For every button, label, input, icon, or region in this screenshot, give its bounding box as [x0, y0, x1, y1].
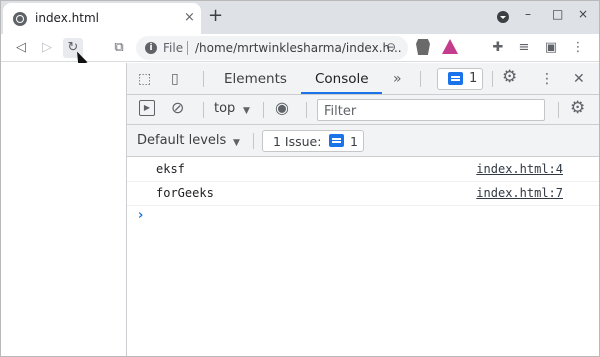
- console-prompt[interactable]: ›: [138, 208, 143, 223]
- chevron-down-icon[interactable]: ▼: [243, 102, 250, 120]
- address-bar[interactable]: i File /home/mrtwinklesharma/index.h... …: [136, 36, 408, 60]
- source-link[interactable]: index.html:4: [476, 162, 563, 176]
- devtools-tab-bar: ⬚ ▯ Elements Console » 1 ⚙ ⋮ ✕: [127, 63, 599, 95]
- tab-elements[interactable]: Elements: [224, 71, 287, 87]
- chevron-down-icon[interactable]: ▼: [233, 134, 240, 152]
- issues-label: 1 Issue:: [273, 134, 322, 149]
- more-tabs-icon[interactable]: »: [393, 70, 402, 88]
- divider: [420, 71, 421, 87]
- inspect-element-icon[interactable]: ⬚: [138, 70, 151, 88]
- settings-gear-icon[interactable]: ⚙: [502, 68, 517, 86]
- device-toolbar-icon[interactable]: ▯: [171, 70, 179, 88]
- divider: [492, 71, 493, 87]
- issue-flag-icon: [329, 134, 344, 147]
- tab-console[interactable]: Console: [315, 71, 369, 87]
- source-link[interactable]: index.html:7: [476, 186, 563, 200]
- console-message: forGeeks index.html:7: [127, 182, 599, 206]
- console-output: eksf index.html:4 forGeeks index.html:7 …: [127, 158, 599, 356]
- maximize-button[interactable]: □: [552, 7, 563, 21]
- tab-strip: index.html × + – □ ×: [1, 1, 599, 34]
- globe-icon: [13, 12, 27, 26]
- browser-toolbar: ◁ ▷ ↻ ⧉ i File /home/mrtwinklesharma/ind…: [1, 34, 599, 62]
- zoom-icon[interactable]: ⊖: [386, 40, 396, 54]
- message-text: forGeeks: [156, 186, 214, 200]
- window-close-button[interactable]: ×: [578, 7, 588, 21]
- clear-console-icon[interactable]: ⊘: [171, 99, 184, 117]
- message-text: eksf: [156, 162, 185, 176]
- devtools-close-icon[interactable]: ✕: [573, 70, 585, 88]
- minimize-button[interactable]: –: [525, 7, 531, 21]
- active-tab-indicator: [301, 92, 382, 94]
- eye-icon[interactable]: ◉: [275, 99, 289, 117]
- console-settings-icon[interactable]: ⚙: [570, 99, 585, 117]
- browser-window: index.html × + – □ × ◁ ▷ ↻ ⧉ i File /hom…: [0, 0, 600, 357]
- reading-list-icon[interactable]: ≡: [514, 38, 534, 58]
- brave-shields-icon[interactable]: [416, 39, 430, 55]
- divider: [306, 102, 307, 118]
- issue-flag-icon: [448, 72, 463, 85]
- divider: [203, 71, 204, 87]
- tab-title: index.html: [35, 11, 99, 25]
- console-message: eksf index.html:4: [127, 158, 599, 182]
- issues-counter-button[interactable]: 1: [437, 68, 483, 90]
- tab-search-icon[interactable]: [497, 11, 509, 23]
- divider: [558, 102, 559, 118]
- issues-count: 1: [350, 134, 358, 149]
- filter-input[interactable]: [318, 101, 544, 122]
- extensions-icon[interactable]: ✚: [488, 38, 508, 58]
- issues-button[interactable]: 1 Issue: 1: [262, 130, 364, 152]
- tab-close-icon[interactable]: ×: [184, 10, 195, 26]
- devtools-panel: ⬚ ▯ Elements Console » 1 ⚙ ⋮ ✕ ▶ ⊘ top ▼…: [126, 63, 599, 356]
- divider: [263, 102, 264, 118]
- log-levels-dropdown[interactable]: Default levels: [137, 133, 226, 148]
- divider: [203, 102, 204, 118]
- console-toolbar: ▶ ⊘ top ▼ ◉ ⚙: [127, 95, 599, 125]
- forward-button[interactable]: ▷: [37, 38, 57, 58]
- context-selector[interactable]: top: [214, 101, 235, 116]
- page-content: [1, 63, 126, 356]
- new-tab-button[interactable]: +: [208, 5, 223, 27]
- omnibox-divider: [187, 41, 188, 55]
- more-options-icon[interactable]: ⋮: [540, 70, 554, 88]
- show-sidebar-icon[interactable]: ▶: [139, 100, 155, 116]
- wallet-icon[interactable]: ▣: [541, 38, 561, 58]
- levels-bar: Default levels ▼ 1 Issue: 1: [127, 125, 599, 157]
- browser-menu-icon[interactable]: ⋮: [568, 38, 588, 58]
- scheme-label: File: [163, 41, 184, 55]
- url-text[interactable]: /home/mrtwinklesharma/index.h...: [195, 41, 402, 55]
- back-button[interactable]: ◁: [11, 38, 31, 58]
- info-icon[interactable]: i: [145, 42, 157, 54]
- bookmark-icon[interactable]: ⧉: [109, 38, 129, 58]
- browser-tab[interactable]: index.html ×: [3, 3, 201, 34]
- issues-count: 1: [469, 71, 478, 86]
- brave-rewards-icon[interactable]: [442, 39, 458, 54]
- divider: [253, 133, 254, 149]
- filter-field[interactable]: [317, 99, 545, 122]
